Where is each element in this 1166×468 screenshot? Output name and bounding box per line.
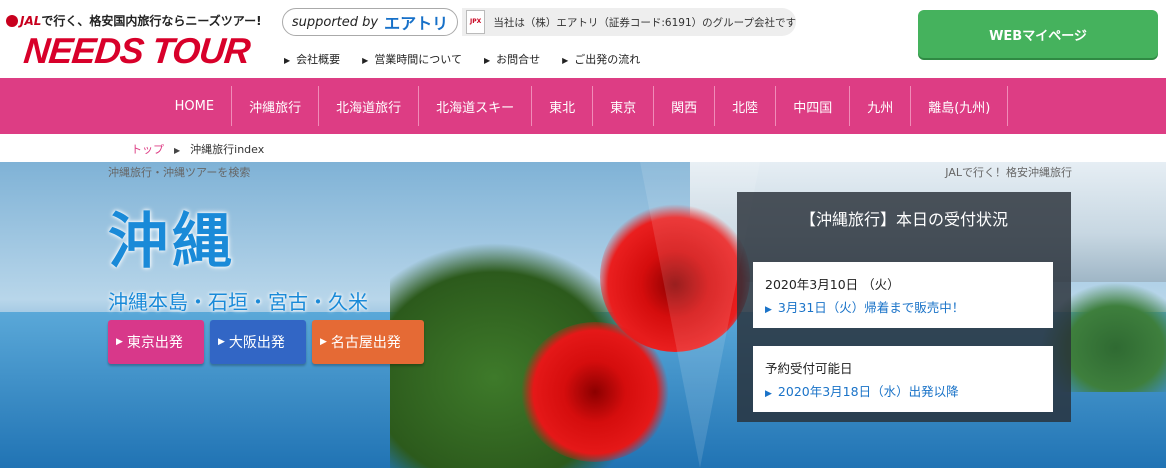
breadcrumb: トップ ▶ 沖縄旅行index	[131, 141, 264, 157]
web-mypage-button[interactable]: WEBマイページ	[918, 10, 1158, 58]
jal-crane-icon	[6, 15, 18, 27]
group-company-notice: JPX 当社は（株）エアトリ（証券コード:6191）のグループ会社です	[462, 8, 796, 36]
tagline-brand: JAL	[20, 14, 42, 28]
depart-tokyo-button[interactable]: ▶ 東京出発	[108, 320, 204, 364]
site-header: JALで行く、格安国内旅行ならニーズツアー! NEEDS TOUR suppor…	[0, 0, 1166, 78]
hero-meta-left: 沖縄旅行・沖縄ツアーを検索	[108, 166, 251, 179]
arrow-right-icon: ▶	[765, 389, 772, 399]
main-nav: HOME 沖縄旅行 北海道旅行 北海道スキー 東北 東京 関西 北陸 中四国 九…	[0, 78, 1166, 134]
jpx-icon: JPX	[466, 10, 486, 34]
site-logo[interactable]: NEEDS TOUR	[22, 30, 252, 72]
nav-item-hokkaido[interactable]: 北海道旅行	[318, 86, 418, 126]
arrow-right-icon: ▶	[174, 146, 181, 155]
nav-item-tokyo[interactable]: 東京	[592, 86, 653, 126]
breadcrumb-current: 沖縄旅行index	[190, 143, 265, 156]
hero-title: 沖縄	[108, 207, 236, 277]
arrow-right-icon: ▶	[320, 337, 327, 347]
status-today-date: 2020年3月10日 （火）	[765, 277, 900, 292]
group-company-text: 当社は（株）エアトリ（証券コード:6191）のグループ会社です	[493, 16, 796, 29]
nav-item-hokkaido-ski[interactable]: 北海道スキー	[418, 86, 531, 126]
link-hours[interactable]: ▶ 営業時間について	[362, 51, 462, 67]
depart-nagoya-button[interactable]: ▶ 名古屋出発	[312, 320, 424, 364]
status-card-today: 2020年3月10日 （火） ▶ 3月31日（火）帰着まで販売中！	[753, 262, 1053, 328]
airtrip-logo: エアトリ	[384, 14, 449, 33]
arrow-right-icon: ▶	[562, 56, 569, 65]
nav-item-kyushu-islands[interactable]: 離島(九州)	[910, 86, 1009, 126]
hero-subtitle: 沖縄本島・石垣・宮古・久米	[108, 290, 368, 314]
link-company[interactable]: ▶ 会社概要	[284, 51, 340, 67]
nav-item-kyushu[interactable]: 九州	[849, 86, 910, 126]
arrow-right-icon: ▶	[765, 305, 772, 315]
status-available-date: ▶ 2020年3月18日（水）出発以降	[765, 384, 959, 399]
header-links: ▶ 会社概要 ▶ 営業時間について ▶ お問合せ ▶ ご出発の流れ	[284, 51, 640, 67]
status-sales-note: ▶ 3月31日（火）帰着まで販売中！	[765, 300, 965, 315]
status-title: 【沖縄旅行】本日の受付状況	[799, 210, 1008, 229]
link-departure-flow[interactable]: ▶ ご出発の流れ	[562, 51, 640, 67]
nav-item-tohoku[interactable]: 東北	[531, 86, 592, 126]
booking-status-panel: 【沖縄旅行】本日の受付状況 2020年3月10日 （火） ▶ 3月31日（火）帰着…	[737, 192, 1071, 422]
arrow-right-icon: ▶	[218, 337, 225, 347]
status-card-available: 予約受付可能日 ▶ 2020年3月18日（水）出発以降	[753, 346, 1053, 412]
status-available-label: 予約受付可能日	[765, 361, 853, 376]
arrow-right-icon: ▶	[116, 337, 123, 347]
link-contact[interactable]: ▶ お問合せ	[484, 51, 540, 67]
nav-item-kansai[interactable]: 関西	[653, 86, 714, 126]
hero-meta-right: JALで行く！格安沖縄旅行	[945, 166, 1072, 179]
nav-item-chushikoku[interactable]: 中四国	[775, 86, 849, 126]
breadcrumb-top[interactable]: トップ	[131, 143, 164, 156]
tagline: JALで行く、格安国内旅行ならニーズツアー!	[6, 12, 262, 29]
arrow-right-icon: ▶	[483, 56, 491, 65]
depart-osaka-button[interactable]: ▶ 大阪出発	[210, 320, 306, 364]
arrow-right-icon: ▶	[284, 56, 291, 65]
nav-item-okinawa[interactable]: 沖縄旅行	[231, 86, 318, 126]
supported-label: supported by	[291, 14, 379, 30]
arrow-right-icon: ▶	[362, 56, 369, 65]
tagline-text: で行く、格安国内旅行ならニーズツアー!	[41, 14, 262, 28]
nav-item-home[interactable]: HOME	[158, 86, 231, 126]
nav-item-hokuriku[interactable]: 北陸	[714, 86, 775, 126]
supported-by-badge[interactable]: supported by エアトリ	[282, 8, 458, 36]
